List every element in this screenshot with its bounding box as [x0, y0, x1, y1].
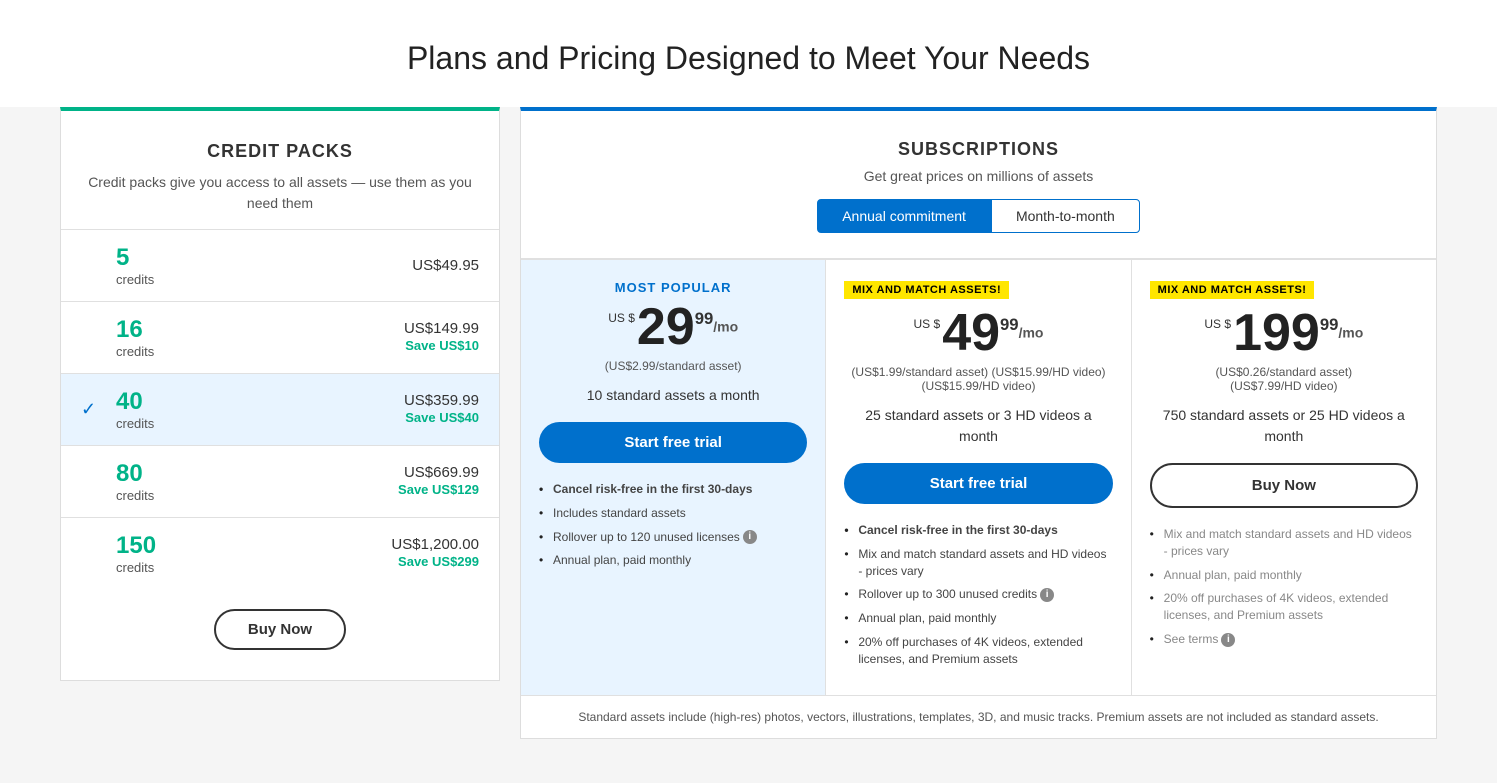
plan-features: Mix and match standard assets and HD vid…	[1150, 526, 1418, 648]
credit-price: US$1,200.00	[391, 536, 479, 553]
credit-save: Save US$129	[398, 482, 479, 497]
price-display: US $2999/mo	[539, 301, 807, 353]
credit-pack-row[interactable]: ✓ 40 credits US$359.99 Save US$40	[61, 373, 499, 445]
subscriptions-title: SUBSCRIPTIONS	[541, 139, 1416, 160]
feature-item: Mix and match standard assets and HD vid…	[844, 546, 1112, 580]
credit-save: Save US$10	[405, 338, 479, 353]
credit-amount: 5	[116, 244, 129, 271]
credit-amount: 80	[116, 460, 143, 487]
plan-description: 10 standard assets a month	[539, 385, 807, 406]
currency-symbol: US $	[608, 309, 637, 325]
credit-pack-row[interactable]: 5 credits US$49.95	[61, 229, 499, 301]
feature-item: Includes standard assets	[539, 505, 807, 522]
credit-price: US$669.99	[398, 464, 479, 481]
mix-match-badge: MIX AND MATCH ASSETS!	[844, 281, 1009, 299]
feature-item: See termsi	[1150, 631, 1418, 648]
check-icon: ✓	[81, 399, 101, 420]
price-display: US $4999/mo	[844, 307, 1112, 359]
price-amount: 29	[637, 298, 695, 356]
credit-amount: 40	[116, 388, 143, 415]
price-display: US $19999/mo	[1150, 307, 1418, 359]
price-cents: 99/mo	[1000, 315, 1043, 344]
credit-save: Save US$299	[398, 554, 479, 569]
plan-cta-button[interactable]: Start free trial	[844, 463, 1112, 504]
plan-description: 25 standard assets or 3 HD videos a mont…	[844, 405, 1112, 447]
feature-item: Mix and match standard assets and HD vid…	[1150, 526, 1418, 560]
currency-symbol: US $	[914, 315, 943, 331]
plan-features: Cancel risk-free in the first 30-days Inc…	[539, 481, 807, 569]
feature-item: Annual plan, paid monthly	[539, 552, 807, 569]
credit-price: US$149.99	[404, 320, 479, 337]
info-icon: i	[743, 530, 757, 544]
footer-note: Standard assets include (high-res) photo…	[521, 695, 1436, 738]
feature-item: 20% off purchases of 4K videos, extended…	[1150, 590, 1418, 624]
credit-label: credits	[116, 560, 391, 575]
buy-now-button[interactable]: Buy Now	[214, 609, 346, 650]
credit-label: credits	[116, 344, 404, 359]
credit-packs-title: CREDIT PACKS	[81, 141, 479, 162]
page-title: Plans and Pricing Designed to Meet Your …	[0, 0, 1497, 107]
price-cents: 99/mo	[695, 309, 738, 338]
price-amount: 199	[1233, 304, 1320, 362]
credit-label: credits	[116, 272, 412, 287]
toggle-btn-month-to-month[interactable]: Month-to-month	[991, 199, 1140, 233]
most-popular-badge: MOST POPULAR	[539, 280, 807, 295]
per-mo: /mo	[1019, 325, 1044, 341]
plan-cta-button[interactable]: Start free trial	[539, 422, 807, 463]
price-cents: 99/mo	[1320, 315, 1363, 344]
feature-item: Rollover up to 300 unused creditsi	[844, 586, 1112, 603]
plan-col-0: MOST POPULAR US $2999/mo (US$2.99/standa…	[521, 260, 826, 695]
subscriptions-subtitle: Get great prices on millions of assets	[541, 168, 1416, 184]
plan-description: 750 standard assets or 25 HD videos a mo…	[1150, 405, 1418, 447]
currency-symbol: US $	[1204, 315, 1233, 331]
plan-col-2: MIX AND MATCH ASSETS! US $19999/mo (US$0…	[1132, 260, 1436, 695]
plan-col-1: MIX AND MATCH ASSETS! US $4999/mo (US$1.…	[826, 260, 1131, 695]
per-mo: /mo	[1338, 325, 1363, 341]
credit-price: US$49.95	[412, 257, 479, 274]
feature-item: Cancel risk-free in the first 30-days	[844, 522, 1112, 539]
price-sub: (US$2.99/standard asset)	[539, 359, 807, 373]
price-sub: (US$0.26/standard asset)(US$7.99/HD vide…	[1150, 365, 1418, 393]
credit-amount: 16	[116, 316, 143, 343]
credit-pack-row[interactable]: 80 credits US$669.99 Save US$129	[61, 445, 499, 517]
plan-features: Cancel risk-free in the first 30-days Mix…	[844, 522, 1112, 668]
subscriptions-panel: SUBSCRIPTIONS Get great prices on millio…	[520, 107, 1437, 739]
plan-cta-button[interactable]: Buy Now	[1150, 463, 1418, 508]
feature-item: 20% off purchases of 4K videos, extended…	[844, 634, 1112, 668]
credit-pack-row[interactable]: 150 credits US$1,200.00 Save US$299	[61, 517, 499, 589]
credit-label: credits	[116, 488, 398, 503]
info-icon: i	[1221, 633, 1235, 647]
credit-packs-panel: CREDIT PACKS Credit packs give you acces…	[60, 107, 500, 681]
feature-item: Rollover up to 120 unused licensesi	[539, 529, 807, 546]
price-amount: 49	[942, 304, 1000, 362]
feature-item: Cancel risk-free in the first 30-days	[539, 481, 807, 498]
mix-match-badge: MIX AND MATCH ASSETS!	[1150, 281, 1315, 299]
credit-save: Save US$40	[405, 410, 479, 425]
feature-item: Annual plan, paid monthly	[1150, 567, 1418, 584]
credit-label: credits	[116, 416, 404, 431]
credit-amount: 150	[116, 532, 156, 559]
info-icon: i	[1040, 588, 1054, 602]
credit-price: US$359.99	[404, 392, 479, 409]
toggle-btn-annual-commitment[interactable]: Annual commitment	[817, 199, 991, 233]
credit-pack-row[interactable]: 16 credits US$149.99 Save US$10	[61, 301, 499, 373]
per-mo: /mo	[713, 319, 738, 335]
price-sub: (US$1.99/standard asset) (US$15.99/HD vi…	[844, 365, 1112, 393]
credit-packs-subtitle: Credit packs give you access to all asse…	[81, 172, 479, 214]
feature-item: Annual plan, paid monthly	[844, 610, 1112, 627]
